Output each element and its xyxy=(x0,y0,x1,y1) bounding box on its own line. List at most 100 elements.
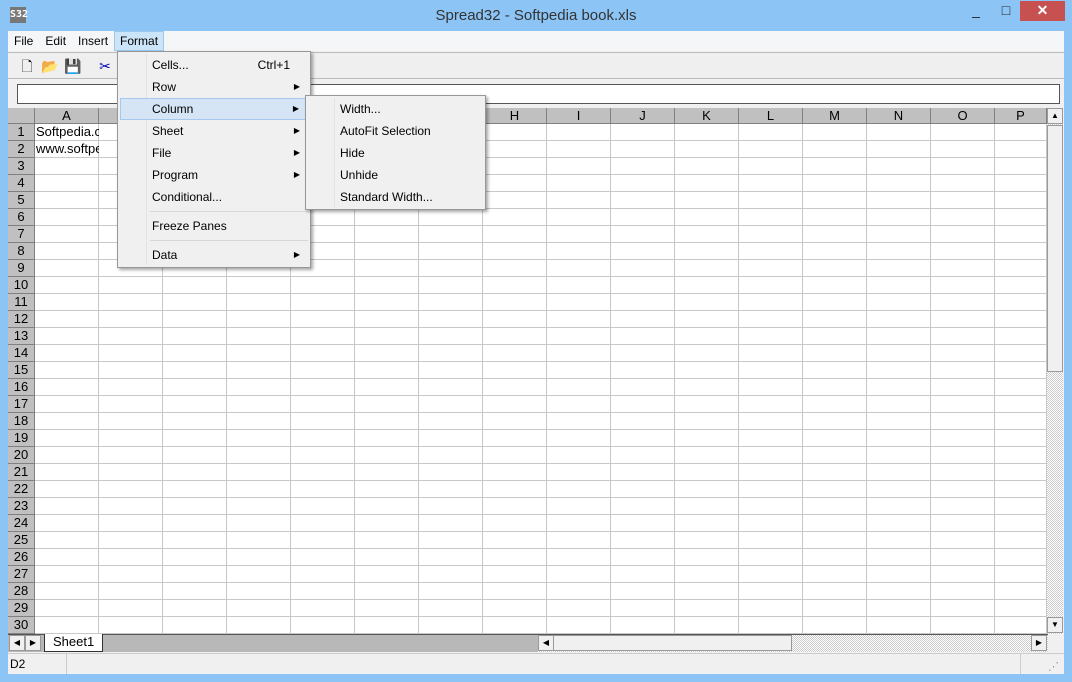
cell-L11[interactable] xyxy=(739,294,803,311)
cell-A6[interactable] xyxy=(35,209,99,226)
cell-I28[interactable] xyxy=(547,583,611,600)
row-header-14[interactable]: 14 xyxy=(8,345,35,362)
cell-L7[interactable] xyxy=(739,226,803,243)
resize-grip-icon[interactable]: ⋰ xyxy=(1048,660,1059,673)
cell-O5[interactable] xyxy=(931,192,995,209)
column-submenu-item-unhide[interactable]: Unhide xyxy=(308,164,483,186)
row-header-3[interactable]: 3 xyxy=(8,158,35,175)
cell-P10[interactable] xyxy=(995,277,1047,294)
row-header-29[interactable]: 29 xyxy=(8,600,35,617)
cell-I11[interactable] xyxy=(547,294,611,311)
cell-A7[interactable] xyxy=(35,226,99,243)
cell-E30[interactable] xyxy=(291,617,355,634)
cell-G11[interactable] xyxy=(419,294,483,311)
cell-C11[interactable] xyxy=(163,294,227,311)
scroll-left-button[interactable]: ◀ xyxy=(538,635,554,651)
cell-N4[interactable] xyxy=(867,175,931,192)
cell-I7[interactable] xyxy=(547,226,611,243)
cell-J27[interactable] xyxy=(611,566,675,583)
cell-O16[interactable] xyxy=(931,379,995,396)
cell-J8[interactable] xyxy=(611,243,675,260)
cell-O1[interactable] xyxy=(931,124,995,141)
cell-D12[interactable] xyxy=(227,311,291,328)
cell-P11[interactable] xyxy=(995,294,1047,311)
row-header-9[interactable]: 9 xyxy=(8,260,35,277)
row-header-4[interactable]: 4 xyxy=(8,175,35,192)
cell-K13[interactable] xyxy=(675,328,739,345)
cell-L22[interactable] xyxy=(739,481,803,498)
row-header-20[interactable]: 20 xyxy=(8,447,35,464)
cell-M8[interactable] xyxy=(803,243,867,260)
cell-H18[interactable] xyxy=(483,413,547,430)
scroll-up-button[interactable]: ▲ xyxy=(1047,108,1063,124)
cell-C23[interactable] xyxy=(163,498,227,515)
cell-J5[interactable] xyxy=(611,192,675,209)
cell-D13[interactable] xyxy=(227,328,291,345)
cell-E28[interactable] xyxy=(291,583,355,600)
cell-B13[interactable] xyxy=(99,328,163,345)
cell-H21[interactable] xyxy=(483,464,547,481)
cell-A28[interactable] xyxy=(35,583,99,600)
cell-C12[interactable] xyxy=(163,311,227,328)
row-header-17[interactable]: 17 xyxy=(8,396,35,413)
cell-E18[interactable] xyxy=(291,413,355,430)
cell-I10[interactable] xyxy=(547,277,611,294)
row-header-11[interactable]: 11 xyxy=(8,294,35,311)
cell-D24[interactable] xyxy=(227,515,291,532)
cell-L13[interactable] xyxy=(739,328,803,345)
cell-L6[interactable] xyxy=(739,209,803,226)
cell-M26[interactable] xyxy=(803,549,867,566)
cell-A1[interactable]: Softpedia.com xyxy=(35,124,119,141)
cell-J7[interactable] xyxy=(611,226,675,243)
cell-A8[interactable] xyxy=(35,243,99,260)
cell-K8[interactable] xyxy=(675,243,739,260)
cell-N8[interactable] xyxy=(867,243,931,260)
cell-I24[interactable] xyxy=(547,515,611,532)
cell-P14[interactable] xyxy=(995,345,1047,362)
cell-J2[interactable] xyxy=(611,141,675,158)
cell-D22[interactable] xyxy=(227,481,291,498)
cell-I20[interactable] xyxy=(547,447,611,464)
cell-M19[interactable] xyxy=(803,430,867,447)
cell-P24[interactable] xyxy=(995,515,1047,532)
format-menu-item-data[interactable]: Data ▶ xyxy=(120,244,308,266)
cell-G30[interactable] xyxy=(419,617,483,634)
cell-L23[interactable] xyxy=(739,498,803,515)
cell-L18[interactable] xyxy=(739,413,803,430)
cell-O21[interactable] xyxy=(931,464,995,481)
cell-C27[interactable] xyxy=(163,566,227,583)
cell-K16[interactable] xyxy=(675,379,739,396)
cell-M6[interactable] xyxy=(803,209,867,226)
cell-G14[interactable] xyxy=(419,345,483,362)
column-header-J[interactable]: J xyxy=(611,108,675,124)
cell-C24[interactable] xyxy=(163,515,227,532)
cell-H3[interactable] xyxy=(483,158,547,175)
cell-F17[interactable] xyxy=(355,396,419,413)
cell-F19[interactable] xyxy=(355,430,419,447)
cell-N13[interactable] xyxy=(867,328,931,345)
cell-N22[interactable] xyxy=(867,481,931,498)
cell-O27[interactable] xyxy=(931,566,995,583)
cell-L9[interactable] xyxy=(739,260,803,277)
cell-J19[interactable] xyxy=(611,430,675,447)
cell-N2[interactable] xyxy=(867,141,931,158)
format-menu-item-file[interactable]: File ▶ xyxy=(120,142,308,164)
cell-L29[interactable] xyxy=(739,600,803,617)
cell-E12[interactable] xyxy=(291,311,355,328)
cell-A3[interactable] xyxy=(35,158,99,175)
cell-I26[interactable] xyxy=(547,549,611,566)
row-header-8[interactable]: 8 xyxy=(8,243,35,260)
cell-K23[interactable] xyxy=(675,498,739,515)
cell-H17[interactable] xyxy=(483,396,547,413)
cell-O29[interactable] xyxy=(931,600,995,617)
cell-E23[interactable] xyxy=(291,498,355,515)
cell-P27[interactable] xyxy=(995,566,1047,583)
cell-O25[interactable] xyxy=(931,532,995,549)
cell-M21[interactable] xyxy=(803,464,867,481)
cell-L25[interactable] xyxy=(739,532,803,549)
cell-C22[interactable] xyxy=(163,481,227,498)
cell-F25[interactable] xyxy=(355,532,419,549)
cell-D10[interactable] xyxy=(227,277,291,294)
new-file-icon[interactable]: 🗋 xyxy=(18,57,36,75)
cell-A2[interactable]: www.softpedia xyxy=(35,141,120,158)
